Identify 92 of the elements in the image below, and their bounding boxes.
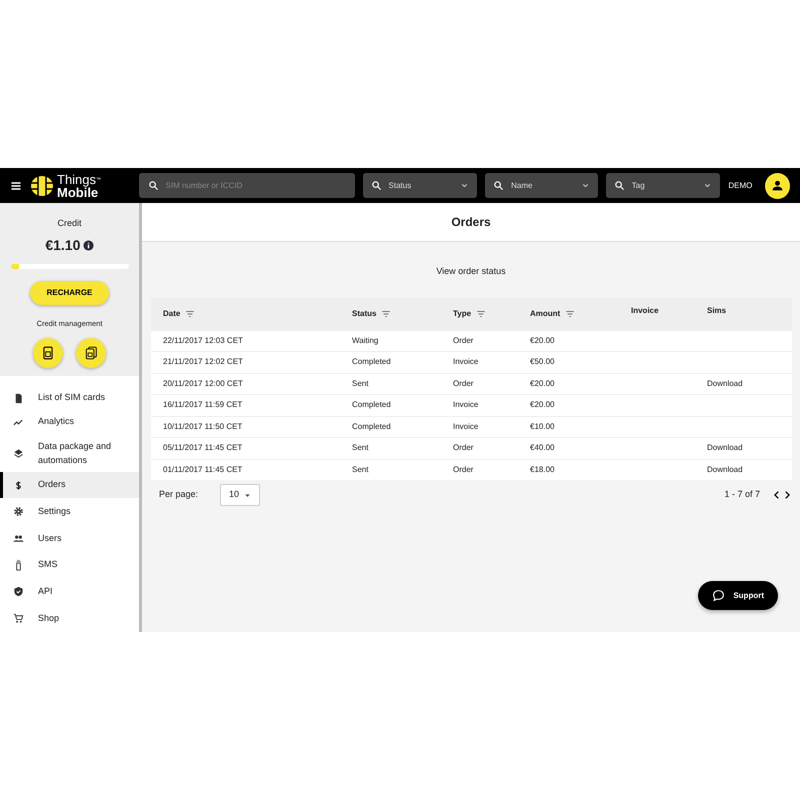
column-header: Sims — [707, 304, 728, 316]
sidebar-item[interactable]: Orders — [0, 472, 139, 498]
sms-device-icon — [13, 560, 24, 571]
table-cell: Order — [453, 464, 474, 474]
table-cell: Completed — [352, 400, 391, 410]
search-icon — [614, 180, 625, 191]
table-cell: Sent — [352, 443, 368, 452]
shield-check-icon — [13, 586, 24, 598]
table-cell: Invoice — [453, 422, 478, 431]
table-cell: 22/11/2017 12:03 CET — [163, 336, 243, 345]
recharge-button[interactable]: RECHARGE — [30, 280, 110, 304]
download-link[interactable]: Download — [707, 464, 743, 474]
page-title: Orders — [142, 203, 800, 242]
sidebar-item[interactable]: SMS — [0, 552, 139, 579]
download-link[interactable]: Download — [707, 378, 743, 388]
chat-bubble-icon — [712, 589, 726, 602]
download-link[interactable]: Download — [707, 443, 743, 452]
table-cell: €10.00 — [530, 422, 554, 431]
column-header[interactable]: Date — [163, 308, 352, 320]
table-cell: €18.00 — [530, 464, 554, 474]
table-cell: 10/11/2017 11:50 CET — [163, 422, 242, 431]
table-cell: Order — [453, 443, 474, 452]
table-cell: 20/11/2017 12:00 CET — [163, 378, 243, 388]
avatar[interactable] — [764, 172, 790, 198]
table-cell: €20.00 — [530, 336, 554, 345]
page-subtitle: View order status — [435, 265, 507, 278]
sim-button[interactable] — [32, 338, 63, 368]
filter-icon[interactable] — [184, 308, 195, 318]
sim-button[interactable] — [76, 338, 106, 368]
filter-icon[interactable] — [380, 308, 391, 318]
filter-dropdown[interactable]: Name — [485, 173, 598, 198]
table-cell: Sent — [352, 378, 368, 388]
sidebar-item[interactable]: Analytics — [0, 408, 139, 436]
sidebar-item[interactable]: Shop — [0, 605, 139, 632]
table-cell: Invoice — [453, 400, 478, 410]
table-cell: Order — [453, 336, 474, 345]
per-page-label: Per page: — [159, 488, 198, 502]
gear-icon — [13, 506, 24, 518]
table-cell: Completed — [352, 357, 391, 366]
sidebar-item[interactable]: List of SIM cards — [0, 388, 139, 409]
credit-amount: €1.10 — [45, 236, 80, 254]
table-cell: 01/11/2017 11:45 CET — [163, 464, 242, 474]
chevron-down-icon — [703, 181, 712, 190]
info-icon — [82, 240, 94, 250]
chevron-down-icon — [460, 181, 470, 190]
person-icon — [770, 179, 784, 192]
dollar-icon — [13, 480, 24, 491]
support-button[interactable]: Support — [698, 581, 778, 610]
table-cell: Invoice — [453, 357, 478, 366]
table-cell: Waiting — [352, 336, 378, 345]
logo-text: Mobile — [57, 186, 100, 198]
table-cell: €40.00 — [530, 443, 554, 452]
table-cell: 16/11/2017 11:59 CET — [163, 400, 242, 410]
sidebar-item[interactable]: Settings — [0, 498, 139, 526]
filter-icon[interactable] — [476, 308, 486, 318]
page-range: 1 - 7 of 7 — [724, 488, 760, 502]
credit-label: Credit — [57, 217, 82, 230]
caret-down-icon — [244, 492, 251, 498]
table-cell: Sent — [352, 464, 368, 474]
table-cell: 21/11/2017 12:02 CET — [163, 357, 243, 366]
sim-cards-icon — [84, 346, 98, 360]
table-cell: Order — [453, 378, 474, 388]
layers-icon — [13, 448, 24, 460]
sidebar-item[interactable]: Users — [0, 525, 139, 552]
column-header: Invoice — [631, 304, 660, 316]
chevron-down-icon — [580, 181, 590, 190]
sim-card-icon — [40, 346, 55, 360]
logo-text: Things$^{™}$ — [57, 172, 102, 186]
column-header[interactable]: Amount — [530, 308, 631, 320]
people-icon — [13, 533, 24, 544]
per-page-select[interactable]: 10 — [220, 484, 260, 506]
sidebar-item[interactable]: Data package and automations — [0, 435, 139, 472]
menu-icon[interactable] — [10, 180, 22, 192]
sim-card-icon — [13, 392, 24, 404]
sidebar-item[interactable]: API — [0, 578, 139, 606]
search-icon — [493, 180, 504, 191]
filter-icon[interactable] — [564, 308, 575, 318]
search-icon — [370, 180, 382, 191]
table-cell: €50.00 — [530, 357, 554, 366]
filter-dropdown[interactable]: Tag — [606, 173, 720, 198]
table-cell: 05/11/2017 11:45 CET — [163, 443, 242, 452]
search-icon — [148, 180, 159, 191]
search-field[interactable]: SIM number or ICCID — [138, 173, 355, 198]
filter-dropdown[interactable]: Status — [362, 173, 478, 198]
column-header[interactable]: Status — [352, 308, 453, 320]
table-cell: €20.00 — [530, 400, 554, 410]
table-cell: €20.00 — [530, 378, 554, 388]
column-header[interactable]: Type — [453, 308, 530, 320]
cart-icon — [13, 613, 24, 624]
chip-logo-icon — [30, 174, 54, 198]
table-cell: Completed — [352, 422, 391, 431]
user-name: DEMO — [728, 180, 752, 192]
